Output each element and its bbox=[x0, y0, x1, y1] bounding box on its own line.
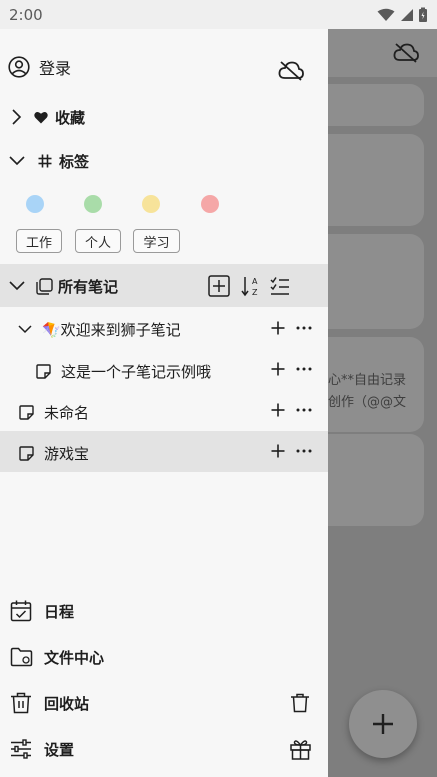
battery-icon bbox=[418, 7, 428, 23]
cloud-off-icon bbox=[392, 41, 420, 65]
add-subnote-button[interactable] bbox=[270, 442, 286, 460]
color-filter-yellow[interactable] bbox=[142, 195, 160, 213]
account-icon bbox=[8, 56, 30, 78]
note-item[interactable]: 这是一个子笔记示例哦 bbox=[36, 359, 256, 383]
file-center-label: 文件中心 bbox=[44, 648, 105, 667]
login-label: 登录 bbox=[39, 59, 72, 78]
all-notes-header[interactable]: 所有笔记 bbox=[8, 274, 198, 298]
heart-icon bbox=[34, 111, 48, 124]
note-item[interactable]: 游戏宝 bbox=[19, 441, 239, 465]
folder-icon bbox=[10, 647, 33, 667]
chevron-down-icon bbox=[8, 280, 26, 292]
tag-chip[interactable]: 工作 bbox=[16, 229, 62, 253]
trash-icon bbox=[10, 692, 32, 714]
note-icon bbox=[19, 404, 34, 420]
sliders-icon bbox=[10, 739, 32, 759]
more-options-icon[interactable] bbox=[295, 442, 313, 460]
svg-text:Z: Z bbox=[252, 288, 258, 297]
schedule-label: 日程 bbox=[44, 602, 75, 621]
hashtag-icon bbox=[38, 154, 52, 168]
add-subnote-button[interactable] bbox=[270, 360, 286, 378]
tag-chip[interactable]: 学习 bbox=[133, 229, 180, 253]
background-snippet: 创作（@@文 bbox=[328, 395, 407, 410]
chevron-down-icon bbox=[8, 155, 26, 167]
more-options-icon[interactable] bbox=[295, 360, 313, 378]
add-subnote-button[interactable] bbox=[270, 401, 286, 419]
signal-icon bbox=[399, 8, 414, 22]
favorites-label: 收藏 bbox=[55, 108, 86, 127]
note-title: 🪁欢迎来到狮子笔记 bbox=[42, 320, 181, 339]
tag-chip[interactable]: 个人 bbox=[75, 229, 121, 253]
color-filter-green[interactable] bbox=[84, 195, 102, 213]
trash-label: 回收站 bbox=[44, 694, 90, 713]
note-title: 未命名 bbox=[44, 403, 90, 422]
note-item[interactable]: 🪁欢迎来到狮子笔记 bbox=[17, 317, 257, 341]
chevron-down-icon bbox=[17, 324, 33, 335]
background-snippet: 心**自由记录 bbox=[328, 373, 407, 388]
file-center-item[interactable]: 文件中心 bbox=[10, 645, 210, 669]
color-filter-blue[interactable] bbox=[26, 195, 44, 213]
status-time: 2:00 bbox=[9, 5, 43, 24]
add-subnote-button[interactable] bbox=[270, 319, 286, 337]
cloud-sync-off-button[interactable] bbox=[276, 59, 306, 83]
favorites-row[interactable]: 收藏 bbox=[10, 105, 260, 129]
tags-label: 标签 bbox=[59, 152, 90, 171]
note-title: 游戏宝 bbox=[44, 444, 90, 463]
gift-button[interactable] bbox=[289, 738, 311, 760]
add-note-button[interactable] bbox=[207, 274, 230, 297]
note-icon bbox=[36, 363, 51, 379]
more-options-icon[interactable] bbox=[295, 401, 313, 419]
settings-label: 设置 bbox=[44, 740, 75, 759]
note-title: 这是一个子笔记示例哦 bbox=[61, 362, 212, 381]
trash-item[interactable]: 回收站 bbox=[10, 691, 210, 715]
add-note-fab[interactable] bbox=[349, 690, 417, 758]
svg-text:A: A bbox=[252, 277, 258, 286]
login-row[interactable]: 登录 bbox=[8, 53, 208, 81]
checklist-button[interactable] bbox=[269, 275, 291, 297]
sort-az-button[interactable]: AZ bbox=[240, 274, 262, 298]
settings-item[interactable]: 设置 bbox=[10, 737, 210, 761]
navigation-drawer: 登录 收藏 标签 工作 个人 学习 所有笔记 A Z 🪁欢迎来到狮子笔记 这是一… bbox=[0, 29, 328, 777]
tags-row[interactable]: 标签 bbox=[8, 149, 258, 173]
wifi-icon bbox=[377, 8, 395, 22]
plus-icon bbox=[372, 713, 394, 735]
empty-trash-button[interactable] bbox=[289, 692, 311, 714]
more-options-icon[interactable] bbox=[295, 319, 313, 337]
notes-stack-icon bbox=[36, 277, 53, 295]
note-icon bbox=[19, 445, 34, 461]
system-icons bbox=[377, 7, 428, 23]
color-filter-red[interactable] bbox=[201, 195, 219, 213]
calendar-icon bbox=[10, 600, 32, 622]
status-bar: 2:00 bbox=[0, 0, 437, 29]
all-notes-label: 所有笔记 bbox=[58, 277, 119, 296]
note-item[interactable]: 未命名 bbox=[19, 400, 239, 424]
chevron-right-icon bbox=[10, 108, 22, 126]
schedule-item[interactable]: 日程 bbox=[10, 599, 210, 623]
